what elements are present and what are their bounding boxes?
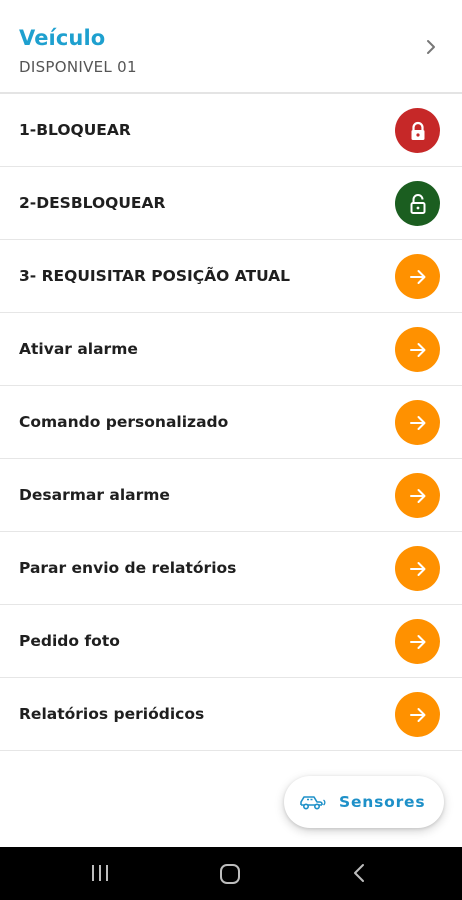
arrow-right-icon (409, 634, 425, 649)
command-row-ativar-alarme[interactable]: Ativar alarme (0, 313, 462, 386)
lock-button[interactable] (395, 108, 440, 153)
unlock-button[interactable] (395, 181, 440, 226)
arrow-right-icon (409, 561, 425, 576)
command-label: Ativar alarme (19, 340, 138, 358)
command-row-pedido-foto[interactable]: Pedido foto (0, 605, 462, 678)
send-command-button[interactable] (395, 400, 440, 445)
recent-apps-icon[interactable] (89, 862, 111, 884)
home-icon[interactable] (218, 862, 242, 886)
send-command-button[interactable] (395, 619, 440, 664)
arrow-right-icon (409, 415, 425, 430)
command-label: 3- REQUISITAR POSIÇÃO ATUAL (19, 267, 291, 285)
send-command-button[interactable] (395, 546, 440, 591)
chevron-right-icon[interactable] (420, 36, 442, 58)
send-command-button[interactable] (395, 254, 440, 299)
command-row-bloquear[interactable]: 1-BLOQUEAR (0, 94, 462, 167)
unlock-icon (410, 193, 425, 214)
command-row-parar-envio[interactable]: Parar envio de relatórios (0, 532, 462, 605)
send-command-button[interactable] (395, 473, 440, 518)
back-icon[interactable] (349, 862, 371, 884)
lock-icon (411, 121, 424, 140)
command-list: 1-BLOQUEAR 2-DESBLOQUEAR 3- REQUISITAR P… (0, 94, 462, 751)
command-label: Parar envio de relatórios (19, 559, 237, 577)
page-title: Veículo (19, 26, 106, 50)
vehicle-name: DISPONIVEL 01 (19, 58, 137, 76)
command-row-relatorios-periodicos[interactable]: Relatórios periódicos (0, 678, 462, 751)
command-label: Comando personalizado (19, 413, 229, 431)
sensors-label: Sensores (339, 793, 426, 811)
command-label: Relatórios periódicos (19, 705, 205, 723)
arrow-right-icon (409, 707, 425, 722)
command-label: Desarmar alarme (19, 486, 170, 504)
command-row-desbloquear[interactable]: 2-DESBLOQUEAR (0, 167, 462, 240)
car-sensor-icon (300, 796, 326, 810)
system-nav-bar (0, 847, 462, 900)
sensors-button[interactable]: Sensores (284, 776, 444, 828)
arrow-right-icon (409, 269, 425, 284)
command-row-comando-personalizado[interactable]: Comando personalizado (0, 386, 462, 459)
arrow-right-icon (409, 488, 425, 503)
command-row-requisitar-posicao[interactable]: 3- REQUISITAR POSIÇÃO ATUAL (0, 240, 462, 313)
command-label: Pedido foto (19, 632, 120, 650)
command-row-desarmar-alarme[interactable]: Desarmar alarme (0, 459, 462, 532)
app-header[interactable]: Veículo DISPONIVEL 01 (0, 0, 462, 94)
arrow-right-icon (409, 342, 425, 357)
send-command-button[interactable] (395, 692, 440, 737)
command-label: 2-DESBLOQUEAR (19, 194, 166, 212)
send-command-button[interactable] (395, 327, 440, 372)
command-label: 1-BLOQUEAR (19, 121, 131, 139)
